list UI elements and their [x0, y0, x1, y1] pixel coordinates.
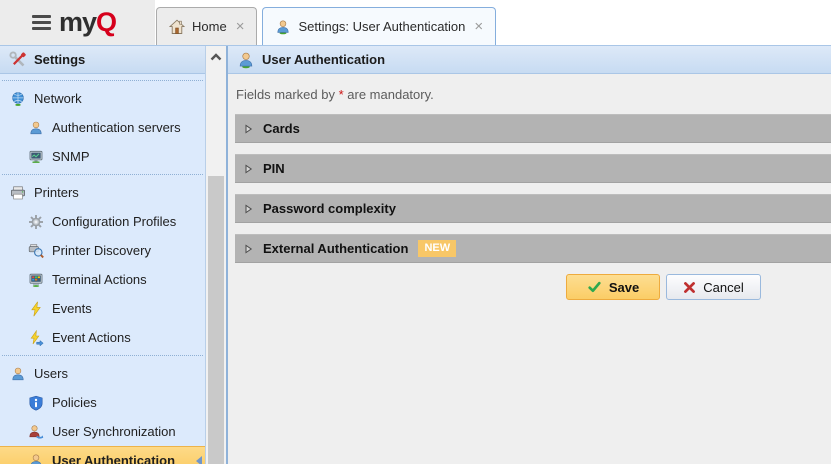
settings-content: Fields marked by * are mandatory. Cards …	[228, 74, 831, 464]
top-bar: myQ Home × Settings: User Authentication…	[0, 0, 831, 45]
separator	[2, 80, 203, 81]
sidebar-item-label: Users	[34, 366, 68, 381]
user-sync-icon	[28, 424, 44, 440]
section-cards[interactable]: Cards	[235, 114, 831, 143]
logo-text-q: Q	[96, 7, 116, 37]
sidebar-item-policies[interactable]: Policies	[0, 388, 205, 417]
sidebar-item-label: Terminal Actions	[52, 272, 147, 287]
expand-triangle-icon	[243, 164, 253, 174]
sidebar-header: Settings	[0, 46, 205, 74]
cancel-button[interactable]: Cancel	[666, 274, 761, 300]
monitor-icon	[28, 149, 44, 165]
expand-triangle-icon	[243, 244, 253, 254]
sidebar-item-label: SNMP	[52, 149, 90, 164]
expand-triangle-icon	[243, 124, 253, 134]
scrollbar-thumb[interactable]	[208, 176, 224, 464]
cross-icon	[683, 281, 696, 294]
sidebar-item-label: Policies	[52, 395, 97, 410]
section-password-complexity[interactable]: Password complexity	[235, 194, 831, 223]
sidebar-item-label: Network	[34, 91, 82, 106]
shield-info-icon	[28, 395, 44, 411]
user-icon	[10, 366, 26, 382]
brand-area: myQ	[0, 0, 155, 45]
sidebar-item-label: Printer Discovery	[52, 243, 151, 258]
sidebar-item-label: Events	[52, 301, 92, 316]
section-label: PIN	[263, 161, 285, 176]
check-icon	[587, 280, 602, 294]
body: Settings Network Authentication servers	[0, 45, 831, 464]
button-row: Save Cancel	[235, 274, 831, 300]
sidebar-item-network[interactable]: Network	[0, 84, 205, 113]
terminal-icon	[28, 272, 44, 288]
sidebar-item-event-actions[interactable]: Event Actions	[0, 323, 205, 352]
expand-triangle-icon	[243, 204, 253, 214]
settings-sidebar: Settings Network Authentication servers	[0, 46, 205, 464]
cancel-button-label: Cancel	[703, 280, 743, 295]
sidebar-item-user-authentication[interactable]: User Authentication	[0, 446, 205, 464]
tab-settings-user-authentication[interactable]: Settings: User Authentication ×	[262, 7, 496, 45]
user-auth-icon	[237, 51, 255, 69]
user-icon	[28, 120, 44, 136]
sidebar-item-terminal-actions[interactable]: Terminal Actions	[0, 265, 205, 294]
lightning-icon	[28, 301, 44, 317]
page-title: User Authentication	[262, 52, 385, 67]
note-text: are mandatory.	[344, 87, 434, 102]
section-pin[interactable]: PIN	[235, 154, 831, 183]
printer-search-icon	[28, 243, 44, 259]
tab-home-label: Home	[192, 19, 227, 34]
tools-icon	[9, 51, 27, 69]
sidebar-item-configuration-profiles[interactable]: Configuration Profiles	[0, 207, 205, 236]
save-button-label: Save	[609, 280, 639, 295]
myq-app-window: myQ Home × Settings: User Authentication…	[0, 0, 831, 464]
sidebar-item-label: Printers	[34, 185, 79, 200]
sidebar-scrollbar[interactable]	[205, 46, 228, 464]
sidebar-item-label: User Synchronization	[52, 424, 176, 439]
sidebar-item-printer-discovery[interactable]: Printer Discovery	[0, 236, 205, 265]
user-icon	[275, 19, 291, 35]
lightning-arrow-icon	[28, 330, 44, 346]
sidebar-item-authentication-servers[interactable]: Authentication servers	[0, 113, 205, 142]
new-badge: NEW	[418, 240, 456, 257]
sidebar-item-users[interactable]: Users	[0, 359, 205, 388]
scroll-up-icon[interactable]	[206, 46, 226, 67]
close-icon[interactable]: ×	[234, 19, 247, 34]
main-panel: User Authentication Fields marked by * a…	[228, 46, 831, 464]
section-external-authentication[interactable]: External Authentication NEW	[235, 234, 831, 263]
sidebar-item-printers[interactable]: Printers	[0, 178, 205, 207]
close-icon[interactable]: ×	[472, 19, 485, 34]
gear-icon	[28, 214, 44, 230]
sidebar-item-label: User Authentication	[52, 453, 175, 464]
logo-text-my: my	[59, 7, 96, 37]
section-label: External Authentication	[263, 241, 408, 256]
sidebar-item-label: Configuration Profiles	[52, 214, 176, 229]
note-text: Fields marked by	[236, 87, 339, 102]
main-header: User Authentication	[228, 46, 831, 74]
sidebar-item-snmp[interactable]: SNMP	[0, 142, 205, 171]
sidebar-item-user-synchronization[interactable]: User Synchronization	[0, 417, 205, 446]
myq-logo: myQ	[59, 9, 116, 36]
tab-settings-label: Settings: User Authentication	[298, 19, 465, 34]
section-label: Cards	[263, 121, 300, 136]
globe-icon	[10, 91, 26, 107]
tab-home[interactable]: Home ×	[156, 7, 257, 45]
separator	[2, 355, 203, 356]
mandatory-note: Fields marked by * are mandatory.	[235, 87, 831, 102]
selected-marker-icon	[195, 455, 203, 464]
user-auth-icon	[28, 453, 44, 464]
home-icon	[169, 19, 185, 35]
section-label: Password complexity	[263, 201, 396, 216]
printer-icon	[10, 185, 26, 201]
separator	[2, 174, 203, 175]
sidebar-item-label: Event Actions	[52, 330, 131, 345]
sidebar-item-label: Authentication servers	[52, 120, 181, 135]
sidebar-list: Network Authentication servers SNMP	[0, 74, 205, 464]
menu-icon[interactable]	[32, 15, 51, 30]
sidebar-item-events[interactable]: Events	[0, 294, 205, 323]
sidebar-title: Settings	[34, 52, 85, 67]
save-button[interactable]: Save	[566, 274, 660, 300]
